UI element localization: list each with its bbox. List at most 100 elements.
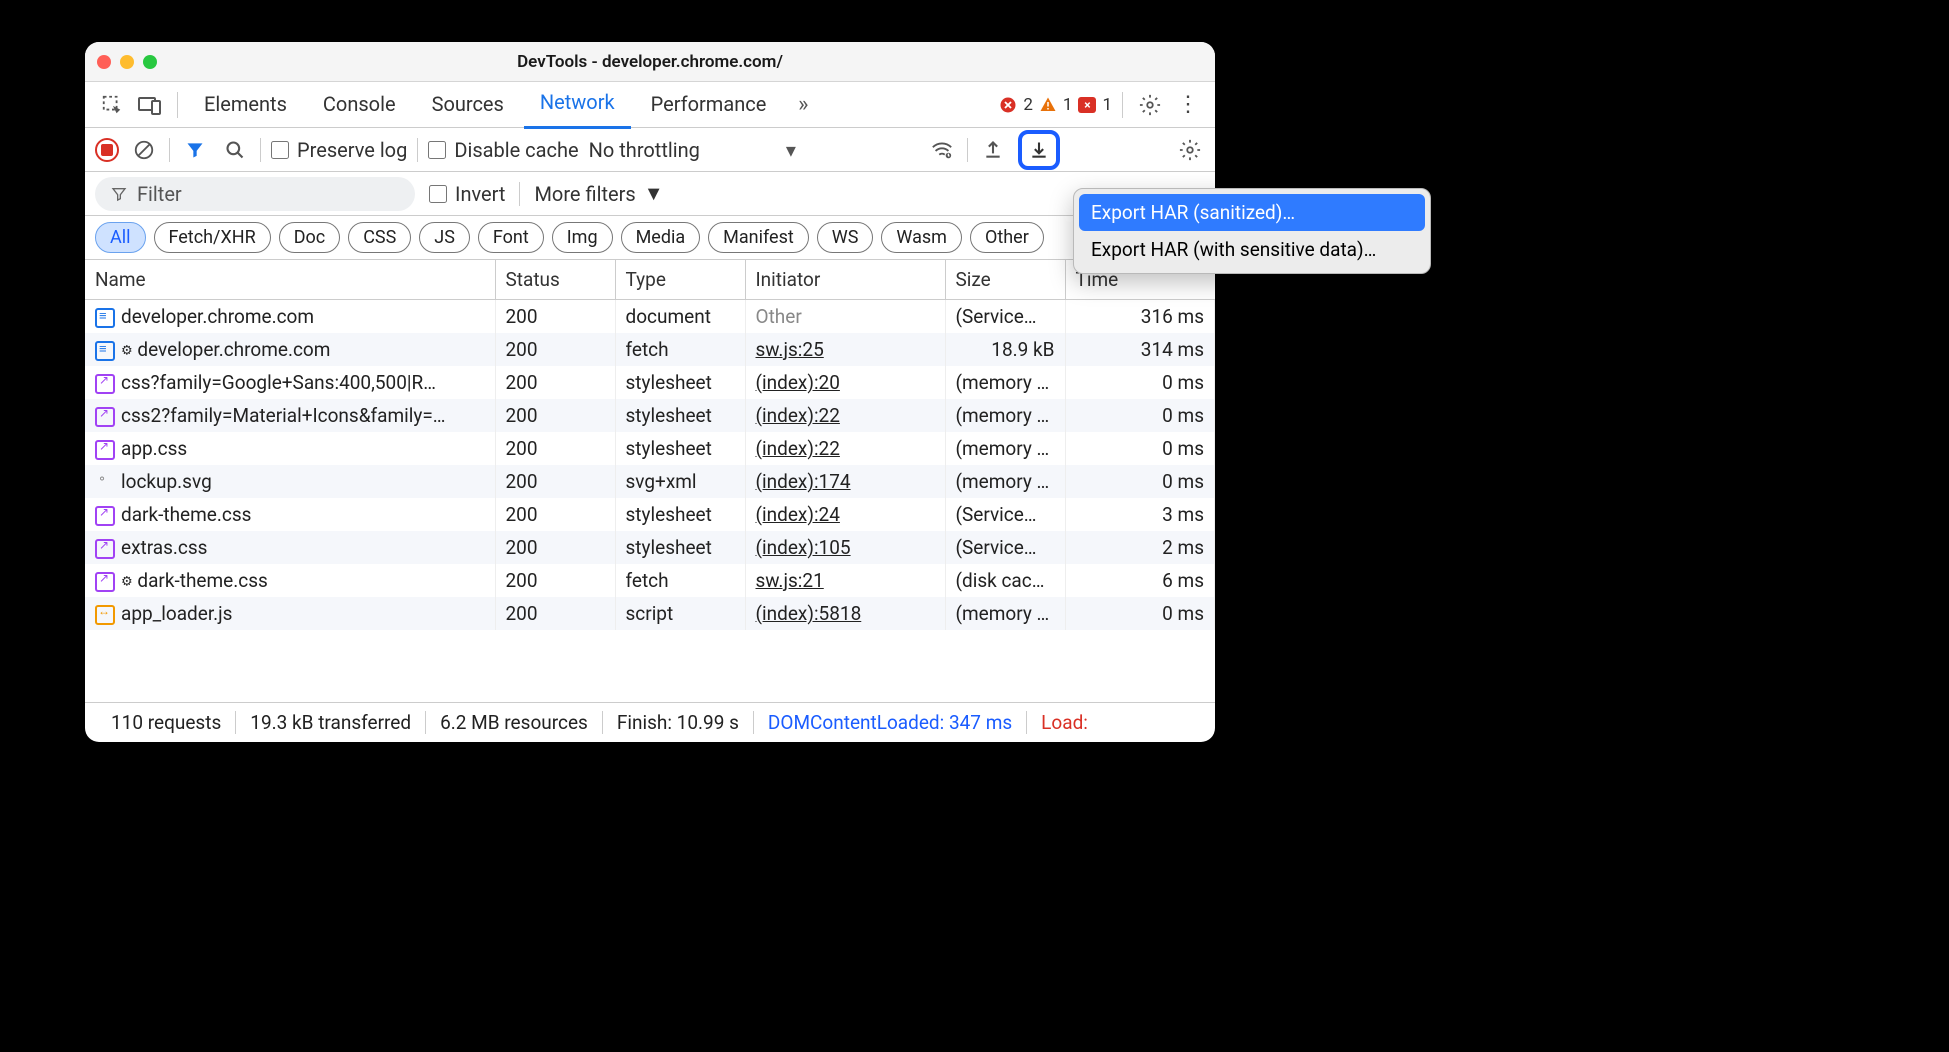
- chip-doc[interactable]: Doc: [279, 222, 341, 253]
- export-har-menu: Export HAR (sanitized)…Export HAR (with …: [1073, 188, 1431, 274]
- maximize-window-button[interactable]: [143, 55, 157, 69]
- table-row[interactable]: app.css200stylesheet(index):22(memory …0…: [85, 432, 1215, 465]
- requests-count: 110 requests: [97, 711, 236, 734]
- request-name: app_loader.js: [121, 602, 233, 625]
- request-name: extras.css: [121, 536, 208, 559]
- request-initiator[interactable]: (index):24: [756, 503, 840, 526]
- disable-cache-checkbox[interactable]: Disable cache: [428, 138, 578, 162]
- request-initiator[interactable]: (index):22: [756, 437, 840, 460]
- col-name[interactable]: Name: [85, 260, 495, 300]
- filter-input[interactable]: Filter: [95, 177, 415, 211]
- filter-toggle-icon[interactable]: [180, 135, 210, 165]
- throttling-select[interactable]: No throttling ▾: [589, 138, 716, 162]
- clear-button[interactable]: [129, 135, 159, 165]
- request-initiator[interactable]: (index):22: [756, 404, 840, 427]
- request-name: developer.chrome.com: [137, 338, 330, 361]
- chip-wasm[interactable]: Wasm: [881, 222, 962, 253]
- network-toolbar: Preserve log Disable cache No throttling…: [85, 128, 1215, 172]
- kebab-menu-icon[interactable]: ⋮: [1171, 88, 1205, 122]
- chevron-down-icon: ▼: [644, 181, 664, 206]
- tab-network[interactable]: Network: [524, 80, 631, 129]
- export-har-button[interactable]: [1018, 130, 1060, 170]
- search-icon[interactable]: [220, 135, 250, 165]
- chip-img[interactable]: Img: [552, 222, 613, 253]
- col-initiator[interactable]: Initiator: [745, 260, 945, 300]
- request-initiator[interactable]: sw.js:21: [756, 569, 824, 592]
- chip-fetchxhr[interactable]: Fetch/XHR: [154, 222, 271, 253]
- request-size: (memory …: [945, 399, 1065, 432]
- devtools-window: DevTools - developer.chrome.com/ Element…: [85, 42, 1215, 742]
- request-status: 200: [495, 333, 615, 366]
- menu-item-export-har-1[interactable]: Export HAR (with sensitive data)…: [1079, 231, 1425, 268]
- request-initiator[interactable]: (index):174: [756, 470, 851, 493]
- settings-gear-icon[interactable]: [1133, 88, 1167, 122]
- warning-count: 1: [1063, 95, 1073, 115]
- table-row[interactable]: css?family=Google+Sans:400,500|R…200styl…: [85, 366, 1215, 399]
- network-conditions-icon[interactable]: [927, 135, 957, 165]
- preserve-log-checkbox[interactable]: Preserve log: [271, 138, 407, 162]
- request-initiator[interactable]: sw.js:25: [756, 338, 824, 361]
- warning-icon[interactable]: [1039, 96, 1057, 114]
- chip-media[interactable]: Media: [621, 222, 701, 253]
- more-filters-dropdown[interactable]: More filters ▼: [534, 181, 663, 206]
- request-status: 200: [495, 366, 615, 399]
- request-time: 0 ms: [1065, 597, 1215, 630]
- chip-font[interactable]: Font: [478, 222, 544, 253]
- chip-ws[interactable]: WS: [817, 222, 874, 253]
- inspect-element-icon[interactable]: [95, 88, 129, 122]
- col-size[interactable]: Size: [945, 260, 1065, 300]
- request-initiator[interactable]: (index):5818: [756, 602, 862, 625]
- issue-icon[interactable]: ×: [1078, 97, 1096, 113]
- request-name: dark-theme.css: [137, 569, 267, 592]
- table-row[interactable]: developer.chrome.com200documentOther(Ser…: [85, 300, 1215, 334]
- table-row[interactable]: extras.css200stylesheet(index):105(Servi…: [85, 531, 1215, 564]
- menu-item-export-har-0[interactable]: Export HAR (sanitized)…: [1079, 194, 1425, 231]
- css-file-icon: [95, 572, 115, 592]
- table-row[interactable]: app_loader.js200script(index):5818(memor…: [85, 597, 1215, 630]
- table-row[interactable]: ⚙ dark-theme.css200fetchsw.js:21(disk ca…: [85, 564, 1215, 597]
- traffic-lights: [97, 55, 157, 69]
- invert-checkbox[interactable]: Invert: [429, 182, 505, 206]
- col-status[interactable]: Status: [495, 260, 615, 300]
- record-button[interactable]: [95, 138, 119, 162]
- request-time: 0 ms: [1065, 366, 1215, 399]
- css-file-icon: [95, 407, 115, 427]
- table-row[interactable]: dark-theme.css200stylesheet(index):24(Se…: [85, 498, 1215, 531]
- status-badges: 2 1 × 1: [999, 95, 1112, 115]
- chip-css[interactable]: CSS: [348, 222, 411, 253]
- request-name: css2?family=Material+Icons&family=…: [121, 404, 446, 427]
- minimize-window-button[interactable]: [120, 55, 134, 69]
- request-size: (memory …: [945, 432, 1065, 465]
- device-toolbar-icon[interactable]: [133, 88, 167, 122]
- tab-performance[interactable]: Performance: [635, 82, 783, 128]
- tab-console[interactable]: Console: [307, 82, 412, 128]
- table-row[interactable]: css2?family=Material+Icons&family=…200st…: [85, 399, 1215, 432]
- chip-manifest[interactable]: Manifest: [708, 222, 809, 253]
- more-tabs-icon[interactable]: »: [786, 88, 820, 122]
- request-type: stylesheet: [615, 399, 745, 432]
- chip-other[interactable]: Other: [970, 222, 1044, 253]
- network-settings-gear-icon[interactable]: [1175, 135, 1205, 165]
- request-name: lockup.svg: [121, 470, 212, 493]
- col-type[interactable]: Type: [615, 260, 745, 300]
- error-icon[interactable]: [999, 96, 1017, 114]
- close-window-button[interactable]: [97, 55, 111, 69]
- main-tab-bar: ElementsConsoleSourcesNetworkPerformance…: [85, 82, 1215, 128]
- request-initiator[interactable]: (index):20: [756, 371, 840, 394]
- table-row[interactable]: lockup.svg200svg+xml(index):174(memory ……: [85, 465, 1215, 498]
- import-har-icon[interactable]: [978, 135, 1008, 165]
- tab-elements[interactable]: Elements: [188, 82, 303, 128]
- request-size: (memory …: [945, 597, 1065, 630]
- img-file-icon: [95, 473, 115, 493]
- request-status: 200: [495, 300, 615, 334]
- table-row[interactable]: ⚙ developer.chrome.com200fetchsw.js:2518…: [85, 333, 1215, 366]
- chip-all[interactable]: All: [95, 222, 146, 253]
- request-type: stylesheet: [615, 531, 745, 564]
- tab-sources[interactable]: Sources: [416, 82, 520, 128]
- request-initiator[interactable]: (index):105: [756, 536, 851, 559]
- request-size: (Service…: [945, 531, 1065, 564]
- chip-js[interactable]: JS: [419, 222, 470, 253]
- css-file-icon: [95, 440, 115, 460]
- request-type: stylesheet: [615, 498, 745, 531]
- network-status-bar: 110 requests 19.3 kB transferred 6.2 MB …: [85, 702, 1215, 742]
